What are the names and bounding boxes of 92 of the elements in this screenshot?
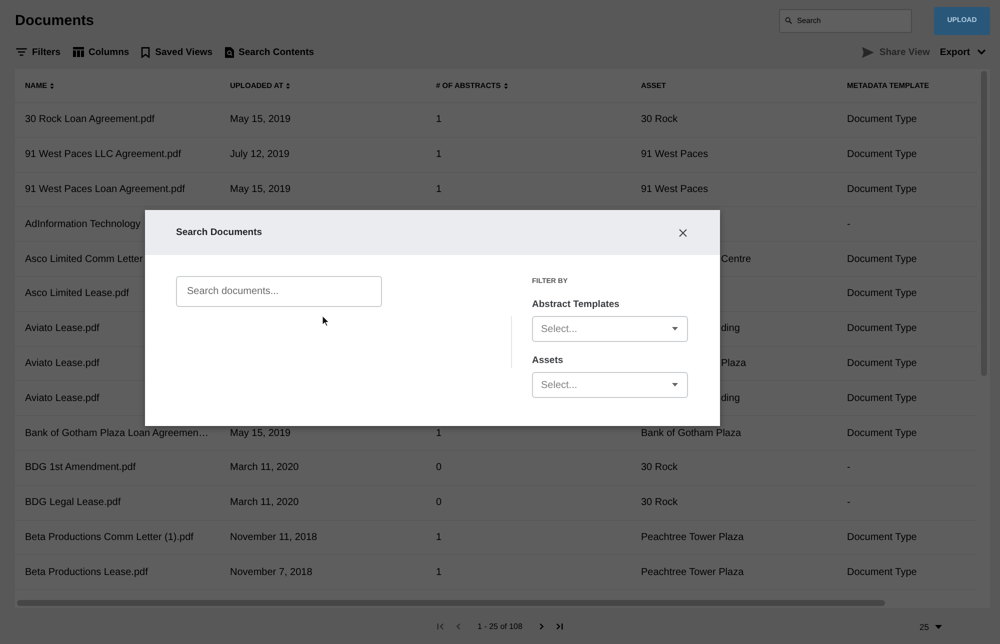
sort-icon <box>504 82 508 88</box>
filter-icon <box>16 48 27 56</box>
table-cell: Document Type <box>847 323 917 334</box>
table-cell: Peachtree Tower Plaza <box>641 566 744 578</box>
table-cell: July 12, 2019 <box>230 149 290 160</box>
table-cell: 1 <box>436 149 442 160</box>
table-cell: BDG Legal Lease.pdf <box>25 497 121 508</box>
table-cell: Aviato Lease.pdf <box>25 323 100 334</box>
toolbar-button[interactable]: Columns <box>72 44 130 60</box>
last-page-button[interactable] <box>555 622 564 632</box>
chevron-down-icon <box>977 49 986 55</box>
table-cell: 30 Rock Loan Agreement.pdf <box>25 114 155 126</box>
table-cell: May 15, 2019 <box>230 184 291 195</box>
table-cell: Document Type <box>847 358 917 369</box>
sort-icon <box>286 82 290 88</box>
table-cell: - <box>847 218 850 230</box>
table-cell: May 15, 2019 <box>230 428 291 439</box>
select-field[interactable]: Select... <box>532 372 688 398</box>
dialog-title: Search Documents <box>176 227 262 238</box>
table-cell: 1 <box>436 184 442 195</box>
table-cell: Beta Productions Lease.pdf <box>25 566 148 578</box>
table-cell: ding <box>721 323 740 334</box>
table-cell: 1 <box>436 566 442 578</box>
table-cell: Asco Limited Lease.pdf <box>25 288 129 300</box>
table-cell: Bank of Gotham Plaza <box>641 428 742 439</box>
table-cell: November 11, 2018 <box>230 532 318 543</box>
table-cell: Peachtree Tower Plaza <box>641 532 744 543</box>
scrollbar-thumb[interactable] <box>17 600 885 606</box>
table-cell: Centre <box>721 254 752 265</box>
table-cell: AdInformation Technology <box>25 218 140 230</box>
table-cell: Bank of Gotham Plaza Loan Agreemen… <box>25 428 208 439</box>
table-cell: Aviato Lease.pdf <box>25 358 100 369</box>
table-cell: 91 West Paces Loan Agreement.pdf <box>25 184 185 195</box>
table-cell: Asco Limited Comm Letter <box>25 254 143 265</box>
columns-icon <box>72 47 84 57</box>
table-cell: 0 <box>436 497 442 508</box>
toolbar-button[interactable]: Export <box>940 44 986 60</box>
table-cell: ding <box>721 392 740 404</box>
table-cell: BDG 1st Amendment.pdf <box>25 462 136 474</box>
table-cell: Document Type <box>847 566 917 578</box>
chevron-right-icon <box>538 623 546 630</box>
field-label: Assets <box>532 354 564 368</box>
table-cell: Plaza <box>721 358 746 369</box>
page-title: Documents <box>15 12 95 30</box>
table-cell: 91 West Paces <box>641 149 708 160</box>
document-search-icon <box>224 46 234 58</box>
send-icon <box>862 46 874 58</box>
last-page-icon <box>556 623 564 630</box>
search-input[interactable]: Search documents... <box>176 276 382 307</box>
table-cell: Document Type <box>847 532 917 543</box>
table-cell: March 11, 2020 <box>230 462 299 474</box>
table-cell: 1 <box>436 532 442 543</box>
table-cell: - <box>847 462 850 474</box>
table-cell: 91 West Paces LLC Agreement.pdf <box>25 149 182 160</box>
toolbar-button[interactable]: Saved Views <box>141 44 213 60</box>
table-cell: 91 West Paces <box>641 184 708 195</box>
table-cell: Document Type <box>847 184 917 195</box>
bookmark-icon <box>141 46 150 58</box>
table-cell: Aviato Lease.pdf <box>25 392 100 404</box>
page-range: 1 - 25 of 108 <box>478 622 522 632</box>
sort-icon <box>50 82 54 88</box>
toolbar-button[interactable]: Filters <box>16 44 61 60</box>
caret-icon <box>672 327 678 331</box>
next-page-button[interactable] <box>537 622 546 632</box>
field-label: Abstract Templates <box>532 298 620 312</box>
cursor-icon <box>322 315 329 327</box>
table-cell: - <box>847 497 850 508</box>
table-cell: May 15, 2019 <box>230 114 291 126</box>
table-cell: Document Type <box>847 392 917 404</box>
toolbar-button[interactable]: Search Contents <box>224 44 314 60</box>
table-cell: March 11, 2020 <box>230 497 299 508</box>
page-size-select[interactable]: 25 <box>920 622 942 632</box>
table-cell: Beta Productions Comm Letter (1).pdf <box>25 532 194 543</box>
table-cell: 30 Rock <box>641 497 678 508</box>
search-icon <box>785 16 792 24</box>
table-cell: 0 <box>436 462 442 474</box>
table-cell: November 7, 2018 <box>230 566 312 578</box>
table-cell: Document Type <box>847 149 917 160</box>
table-cell: Document Type <box>847 114 917 126</box>
close-icon[interactable] <box>679 228 687 236</box>
table-cell: 1 <box>436 114 442 126</box>
chevron-left-icon <box>454 623 462 630</box>
table-cell: Document Type <box>847 288 917 300</box>
first-page-icon <box>436 623 444 630</box>
table-cell: Document Type <box>847 254 917 265</box>
caret-icon <box>935 624 942 629</box>
table-cell: 30 Rock <box>641 462 678 474</box>
table-cell: 30 Rock <box>641 114 678 126</box>
table-cell: Document Type <box>847 428 917 439</box>
select-field[interactable]: Select... <box>532 316 688 342</box>
caret-icon <box>672 383 678 387</box>
table-cell: 1 <box>436 428 442 439</box>
